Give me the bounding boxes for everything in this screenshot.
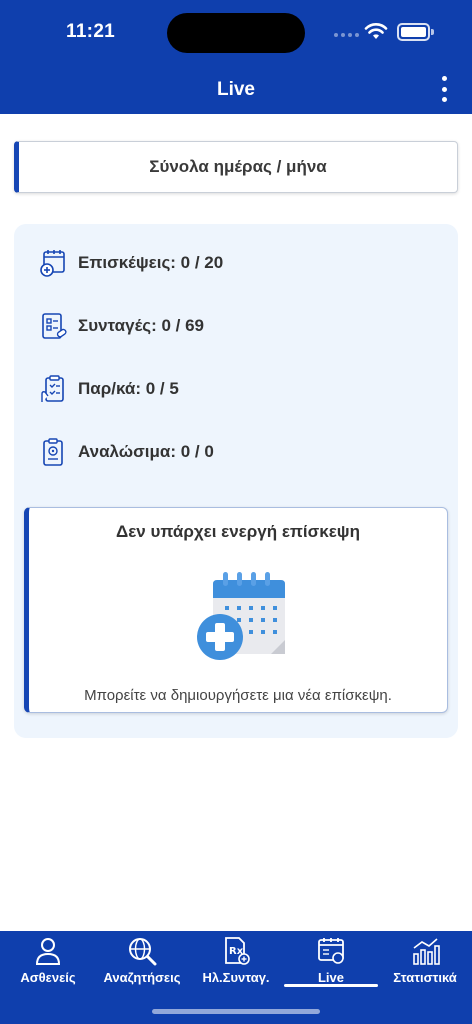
stat-visits-label: Επισκέψεις: 0 / 20 — [78, 253, 224, 272]
tab-statistics[interactable]: Στατιστικά — [386, 931, 464, 991]
calendar-plus-illustration-icon — [197, 572, 285, 660]
clipboard-hand-icon — [41, 375, 64, 402]
prescription-icon — [42, 313, 67, 339]
wifi-icon — [364, 23, 388, 39]
page-title: Live — [216, 79, 256, 100]
tab-searches[interactable]: Αναζητήσεις — [98, 931, 186, 991]
person-icon — [35, 938, 61, 965]
app-header: 11:21 Live — [0, 0, 472, 114]
stat-consumables-label: Αναλώσιμα: 0 / 0 — [78, 442, 214, 461]
calendar-plus-icon — [40, 250, 65, 277]
dynamic-island — [167, 13, 305, 53]
home-indicator — [152, 1009, 320, 1014]
bottom-tab-bar: Ασθενείς Αναζητήσεις Rx Ηλ.Συνταγ. Live … — [0, 931, 472, 1024]
tab-patients[interactable]: Ασθενείς — [15, 931, 81, 991]
active-tab-indicator — [284, 984, 378, 987]
bar-chart-icon — [413, 938, 440, 965]
stat-referrals: Παρ/κά: 0 / 5 — [38, 374, 179, 404]
stat-referrals-label: Παρ/κά: 0 / 5 — [78, 379, 179, 398]
status-time: 11:21 — [66, 21, 116, 42]
tab-live[interactable]: Live — [296, 931, 366, 991]
battery-icon — [397, 23, 430, 41]
no-active-visit-title: Δεν υπάρχει ενεργή επίσκεψη — [115, 522, 361, 541]
create-visit-hint: Μπορείτε να δημιουργήσετε μια νέα επίσκε… — [84, 687, 392, 704]
stat-prescriptions-label: Συνταγές: 0 / 69 — [78, 316, 204, 335]
cellular-signal-icon — [334, 33, 359, 37]
no-active-visit-card[interactable]: Δεν υπάρχει ενεργή επίσκεψη Μπορείτε να … — [24, 507, 448, 713]
clipboard-badge-icon — [43, 438, 63, 466]
stat-visits: Επισκέψεις: 0 / 20 — [38, 248, 223, 278]
search-globe-icon — [129, 938, 157, 966]
stat-prescriptions: Συνταγές: 0 / 69 — [38, 311, 204, 341]
more-options-button[interactable] — [432, 74, 456, 104]
stat-consumables: Αναλώσιμα: 0 / 0 — [38, 437, 214, 467]
e-prescription-icon: Rx — [225, 937, 250, 965]
daily-monthly-totals-button[interactable]: Σύνολα ημέρας / μήνα — [14, 141, 458, 193]
stats-card: Επισκέψεις: 0 / 20 Συνταγές: 0 / 69 Παρ/… — [14, 224, 458, 738]
tab-e-prescriptions[interactable]: Rx Ηλ.Συνταγ. — [198, 931, 274, 991]
calendar-live-icon — [318, 938, 344, 964]
